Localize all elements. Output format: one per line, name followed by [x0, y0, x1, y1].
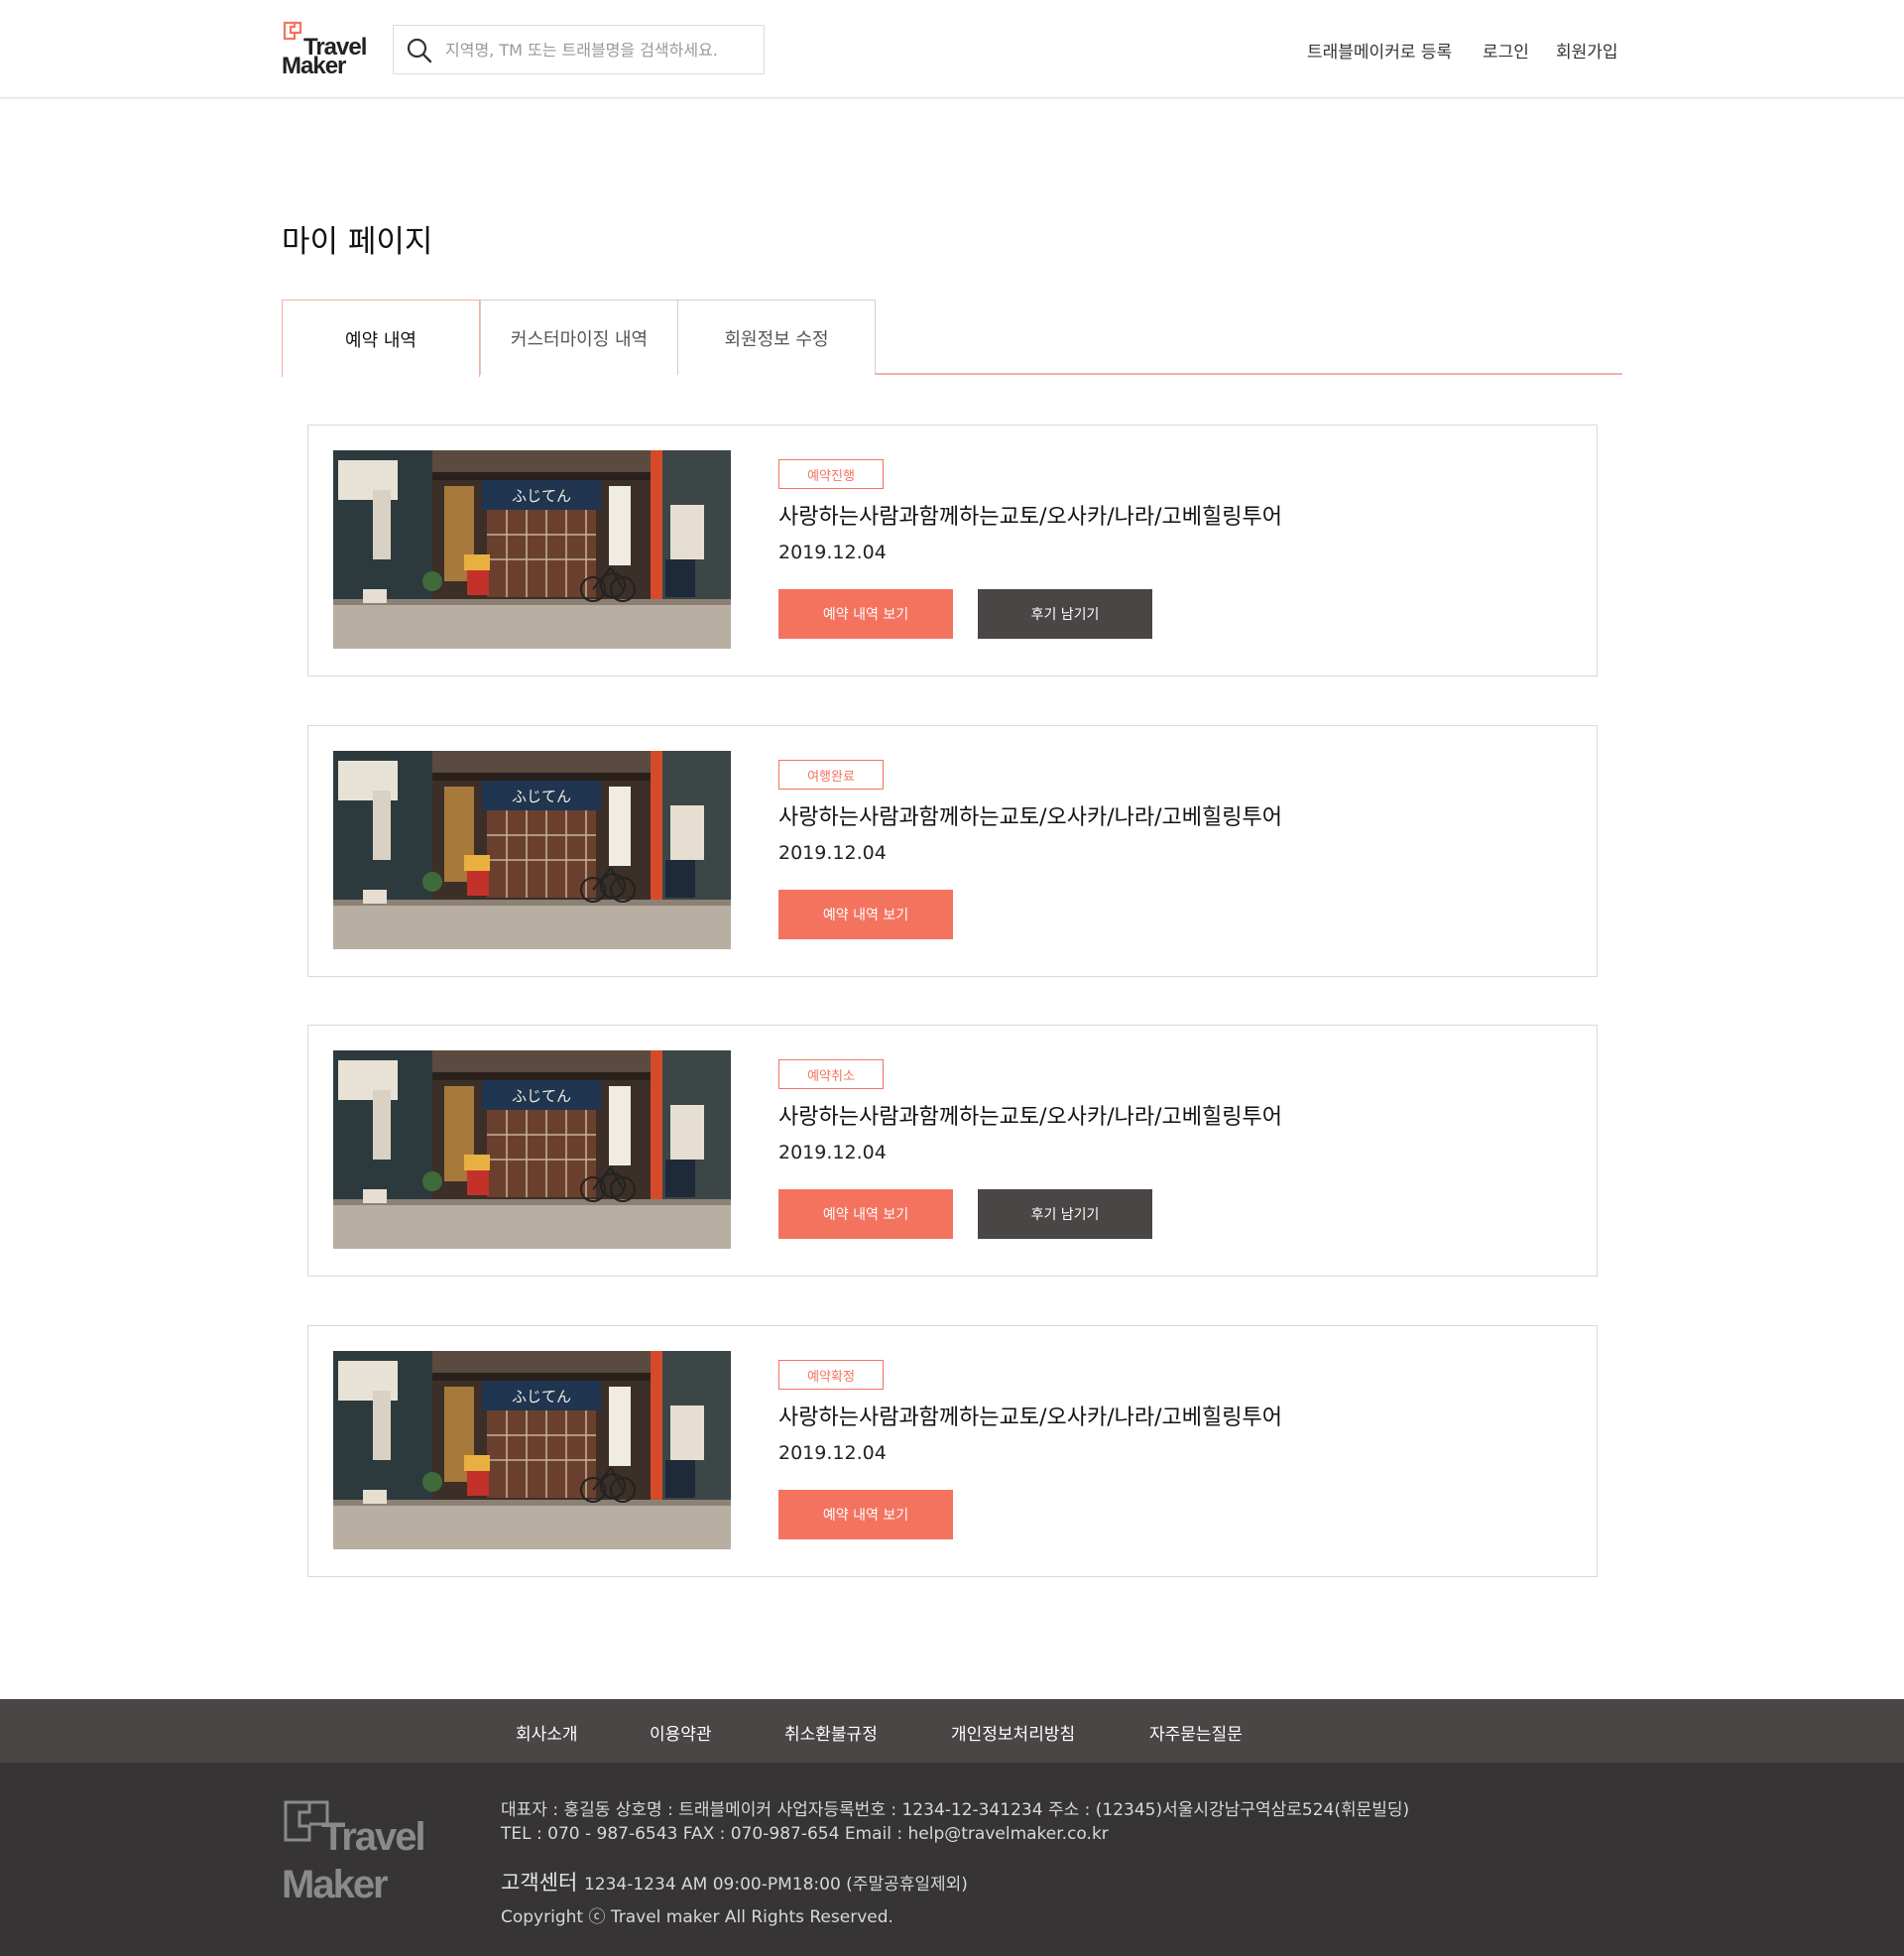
nav-register-link[interactable]: 트래블메이커로 등록 — [1307, 38, 1452, 62]
nav-signup-link[interactable]: 회원가입 — [1556, 38, 1618, 62]
tab-member-info[interactable]: 회원정보 수정 — [677, 300, 876, 375]
footer-link-terms[interactable]: 이용약관 — [650, 1720, 712, 1745]
search-icon[interactable] — [406, 37, 433, 64]
footer-nav: 회사소개 이용약관 취소환불규정 개인정보처리방침 자주묻는질문 — [0, 1699, 1904, 1763]
tab-customizing[interactable]: 커스터마이징 내역 — [480, 300, 678, 375]
status-badge: 예약진행 — [778, 459, 884, 489]
tour-date: 2019.12.04 — [778, 1142, 887, 1163]
footer-logo: Travel Maker — [282, 1798, 440, 1907]
view-reservation-button[interactable]: 예약 내역 보기 — [778, 1189, 953, 1239]
search-box — [393, 25, 765, 74]
nav-login-link[interactable]: 로그인 — [1483, 38, 1529, 62]
status-badge: 여행완료 — [778, 760, 884, 790]
tour-title: 사랑하는사람과함께하는교토/오사카/나라/고베힐링투어 — [778, 1105, 1282, 1130]
tab-reservations[interactable]: 예약 내역 — [282, 300, 480, 377]
tour-thumbnail — [333, 1050, 731, 1249]
status-badge: 예약취소 — [778, 1059, 884, 1089]
tour-title: 사랑하는사람과함께하는교토/오사카/나라/고베힐링투어 — [778, 1406, 1282, 1430]
view-reservation-button[interactable]: 예약 내역 보기 — [778, 589, 953, 639]
customer-center-detail: 1234-1234 AM 09:00-PM18:00 (주말공휴일제외) — [583, 1875, 968, 1895]
reservation-card: 예약확정 사랑하는사람과함께하는교토/오사카/나라/고베힐링투어 2019.12… — [307, 1325, 1598, 1577]
status-badge: 예약확정 — [778, 1360, 884, 1390]
company-info-line1: 대표자 : 홍길동 상호명 : 트래블메이커 사업자등록번호 : 1234-12… — [501, 1800, 1410, 1820]
view-reservation-button[interactable]: 예약 내역 보기 — [778, 1490, 953, 1539]
tour-date: 2019.12.04 — [778, 542, 887, 563]
customer-center-label: 고객센터 — [501, 1871, 578, 1895]
logo-text-maker: Maker — [282, 53, 346, 79]
reservation-card: 예약진행 사랑하는사람과함께하는교토/오사카/나라/고베힐링투어 2019.12… — [307, 425, 1598, 676]
footer-link-faq[interactable]: 자주묻는질문 — [1149, 1720, 1243, 1745]
footer-link-refund-policy[interactable]: 취소환불규정 — [784, 1720, 878, 1745]
footer-link-privacy[interactable]: 개인정보처리방침 — [951, 1720, 1075, 1745]
travel-maker-logo[interactable]: Travel Maker — [282, 20, 371, 79]
mypage-tabs: 예약 내역 커스터마이징 내역 회원정보 수정 — [282, 300, 1622, 377]
footer-link-company[interactable]: 회사소개 — [516, 1720, 578, 1745]
footer-logo-text-maker: Maker — [282, 1863, 388, 1906]
reservation-card: 여행완료 사랑하는사람과함께하는교토/오사카/나라/고베힐링투어 2019.12… — [307, 725, 1598, 977]
tour-date: 2019.12.04 — [778, 842, 887, 864]
tour-date: 2019.12.04 — [778, 1442, 887, 1464]
write-review-button[interactable]: 후기 남기기 — [978, 589, 1152, 639]
tour-thumbnail — [333, 450, 731, 649]
reservation-card: 예약취소 사랑하는사람과함께하는교토/오사카/나라/고베힐링투어 2019.12… — [307, 1025, 1598, 1277]
company-info-line2: TEL : 070 - 987-6543 FAX : 070-987-654 E… — [501, 1824, 1109, 1844]
tour-thumbnail — [333, 751, 731, 949]
view-reservation-button[interactable]: 예약 내역 보기 — [778, 890, 953, 939]
copyright: Copyright ⓒ Travel maker All Rights Rese… — [501, 1907, 893, 1927]
page-title: 마이 페이지 — [282, 224, 433, 260]
customer-center: 고객센터 1234-1234 AM 09:00-PM18:00 (주말공휴일제외… — [501, 1867, 968, 1896]
write-review-button[interactable]: 후기 남기기 — [978, 1189, 1152, 1239]
footer-logo-mark-icon: Travel Maker — [282, 1800, 426, 1906]
site-header: Travel Maker 트래블메이커로 등록 로그인 회원가입 — [0, 0, 1904, 98]
footer-logo-text-travel: Travel — [321, 1815, 424, 1859]
tour-title: 사랑하는사람과함께하는교토/오사카/나라/고베힐링투어 — [778, 805, 1282, 830]
tour-title: 사랑하는사람과함께하는교토/오사카/나라/고베힐링투어 — [778, 505, 1282, 530]
site-footer: Travel Maker 대표자 : 홍길동 상호명 : 트래블메이커 사업자등… — [0, 1763, 1904, 1956]
tour-thumbnail — [333, 1351, 731, 1549]
search-input[interactable] — [445, 26, 759, 73]
